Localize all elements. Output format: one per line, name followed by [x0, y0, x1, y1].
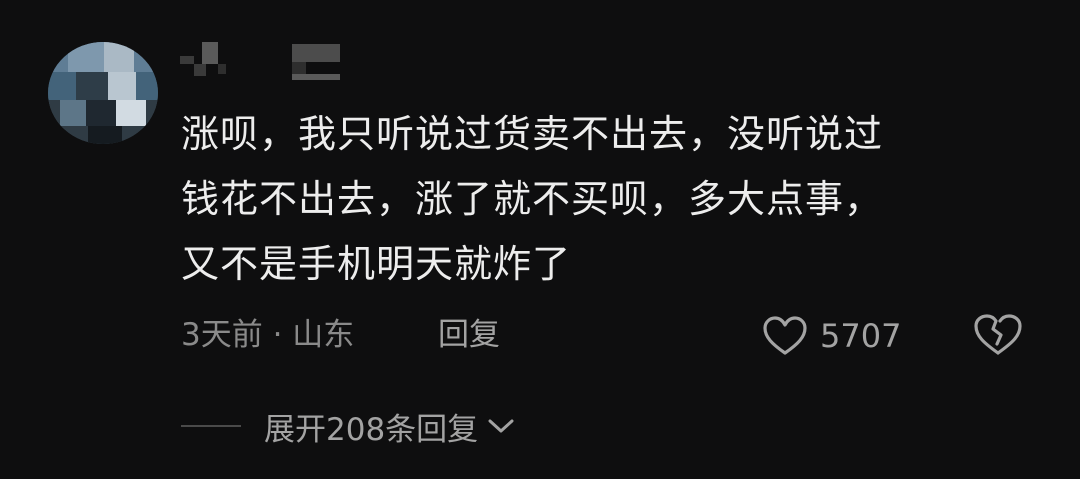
- like-count: 5707: [820, 317, 902, 355]
- heart-outline-icon: [763, 316, 807, 355]
- chevron-down-icon: [488, 419, 514, 433]
- like-button[interactable]: 5707: [762, 312, 901, 360]
- expand-replies-button[interactable]: 展开208条回复: [264, 403, 516, 449]
- avatar[interactable]: [48, 42, 158, 144]
- comment-line: 涨呗，我只听说过货卖不出去，没听说过: [181, 112, 884, 156]
- reply-button[interactable]: 回复: [438, 313, 500, 357]
- comment-time-location: 3天前 · 山东: [181, 317, 355, 353]
- dislike-button[interactable]: [972, 312, 1024, 360]
- broken-heart-icon: [974, 314, 1022, 355]
- comment-text: 涨呗，我只听说过货卖不出去，没听说过 钱花不出去，涨了就不买呗，多大点事， 又不是手…: [181, 102, 1041, 297]
- comment-line: 又不是手机明天就炸了: [181, 242, 572, 286]
- username-redacted[interactable]: [180, 38, 340, 82]
- expand-replies-label: 展开208条回复: [264, 411, 479, 448]
- comment-line: 钱花不出去，涨了就不买呗，多大点事，: [181, 177, 884, 221]
- divider-line: [181, 425, 241, 427]
